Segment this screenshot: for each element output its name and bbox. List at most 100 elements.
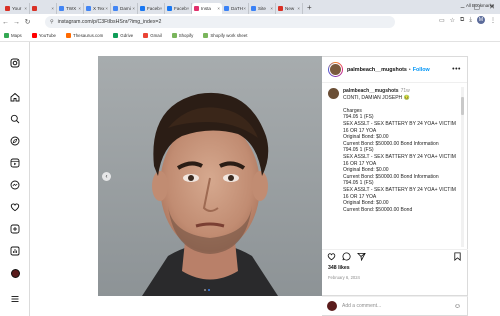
cast-icon[interactable]: ▭ [439, 17, 445, 24]
browser-tab[interactable]: Insta × [192, 3, 222, 14]
downloads-icon[interactable]: ⤓ [469, 17, 472, 24]
instagram-sidebar [0, 42, 30, 316]
tab-favicon-icon [113, 6, 118, 11]
tab-close-icon[interactable]: × [105, 6, 108, 11]
tab-favicon-icon [224, 6, 229, 11]
bookmark-item[interactable]: Shopify [171, 33, 193, 38]
carousel-dots [204, 289, 210, 291]
profile-avatar-icon[interactable] [8, 266, 22, 280]
bookmark-item[interactable]: Thesaurus.com [66, 33, 103, 38]
bookmark-label: Maps [11, 33, 22, 38]
tab-favicon-icon [251, 6, 256, 11]
more-menu-icon[interactable] [8, 292, 22, 306]
reels-icon[interactable] [8, 156, 22, 170]
browser-tab[interactable]: X Tex × [84, 3, 111, 14]
more-options-icon[interactable]: ••• [452, 66, 461, 73]
bookmark-item[interactable]: YouTube [31, 33, 56, 38]
browser-tab[interactable]: Faceb × [165, 3, 192, 14]
tab-close-icon[interactable]: × [78, 6, 81, 11]
viewer-avatar [327, 301, 337, 311]
caption-username[interactable]: palmbeach__mugshots [343, 88, 399, 94]
browser-tab[interactable]: Dami × [111, 3, 138, 14]
tab-close-icon[interactable]: × [243, 6, 246, 11]
carousel-dot [204, 289, 206, 291]
comment-bar: Add a comment... ☺ [322, 296, 468, 316]
bookmark-favicon-icon [113, 33, 119, 38]
dashboard-icon[interactable] [8, 244, 22, 258]
bookmark-star-icon[interactable]: ☆ [450, 17, 455, 24]
mugshot-image [98, 56, 322, 296]
tab-close-icon[interactable]: × [187, 6, 190, 11]
tab-label: Faceb [147, 6, 160, 11]
follow-button[interactable]: Follow [413, 67, 430, 73]
url-text: instagram.com/p/C3FtIbsHSnr/?img_index=2 [57, 19, 162, 25]
address-bar[interactable]: ⚲ instagram.com/p/C3FtIbsHSnr/?img_index… [45, 16, 395, 28]
extensions-icon[interactable]: ⧉ [460, 17, 464, 24]
tab-close-icon[interactable]: × [270, 6, 273, 11]
tab-close-icon[interactable]: × [132, 6, 135, 11]
emoji-icon[interactable]: ☺ [454, 303, 461, 310]
bookmark-item[interactable]: Shopify work sheet [203, 33, 247, 38]
bookmark-item[interactable]: Gdrive [113, 33, 133, 38]
tab-favicon-icon [86, 6, 91, 11]
save-bookmark-icon[interactable] [453, 252, 462, 261]
browser-tab[interactable]: DaTH × [222, 3, 249, 14]
tab-close-icon[interactable]: × [217, 6, 220, 11]
browser-tab[interactable]: Your × [3, 3, 30, 14]
post-date: February 6, 2024 [328, 275, 360, 280]
notifications-heart-icon[interactable] [8, 200, 22, 214]
caption-avatar[interactable] [328, 88, 339, 99]
home-icon[interactable] [8, 90, 22, 104]
reload-icon[interactable]: ↻ [22, 18, 33, 26]
browser-tab[interactable]: TWX × [57, 3, 84, 14]
messenger-icon[interactable] [8, 178, 22, 192]
tab-close-icon[interactable]: × [297, 6, 300, 11]
tab-favicon-icon [194, 6, 199, 11]
browser-tab[interactable]: × [30, 3, 57, 14]
new-tab-icon[interactable]: + [307, 3, 312, 12]
profile-avatar[interactable]: M [477, 16, 485, 24]
like-heart-icon[interactable] [327, 252, 336, 261]
browser-tab[interactable]: New × [276, 3, 303, 14]
minimize-icon[interactable]: – [461, 4, 465, 11]
post-side-panel: palmbeach__mugshots • Follow ••• palmbea… [322, 56, 468, 296]
bookmark-favicon-icon [4, 33, 9, 38]
bookmark-favicon-icon [143, 33, 149, 38]
site-info-icon[interactable]: ⚲ [50, 19, 54, 25]
all-bookmarks[interactable]: All Bookmarks [466, 3, 494, 8]
browser-tab[interactable]: Site × [249, 3, 276, 14]
caption-body: CONTI, DAMIAN JOSEPH 🤢 Charges 794.05 1 … [343, 94, 456, 213]
tab-label: Insta [201, 6, 211, 11]
tab-label: TWX [66, 6, 77, 11]
tab-close-icon[interactable]: × [160, 6, 163, 11]
tab-favicon-icon [59, 6, 64, 11]
bookmark-item[interactable]: Gmail [143, 33, 162, 38]
instagram-logo-icon[interactable] [8, 56, 22, 70]
post-header: palmbeach__mugshots • Follow ••• [322, 57, 467, 83]
navigation-bar: ← → ↻ ⚲ instagram.com/p/C3FtIbsHSnr/?img… [0, 14, 500, 30]
bookmark-favicon-icon [171, 33, 177, 38]
comment-input[interactable]: Add a comment... [342, 303, 381, 309]
comment-icon[interactable] [342, 252, 351, 261]
create-icon[interactable] [8, 222, 22, 236]
bookmark-label: Gmail [150, 33, 162, 38]
menu-icon[interactable]: ⋮ [490, 17, 496, 24]
tab-close-icon[interactable]: × [51, 6, 54, 11]
bookmark-label: Shopify work sheet [210, 33, 248, 38]
tab-close-icon[interactable]: × [24, 6, 27, 11]
bookmark-item[interactable]: Maps [4, 33, 22, 38]
caption-scrollbar[interactable] [461, 87, 464, 247]
author-avatar[interactable] [328, 62, 343, 77]
share-icon[interactable] [357, 252, 366, 261]
carousel-prev-button[interactable]: ‹ [102, 172, 111, 181]
likes-count[interactable]: 348 likes [328, 265, 350, 271]
search-icon[interactable] [8, 112, 22, 126]
explore-icon[interactable] [8, 134, 22, 148]
browser-tab[interactable]: Faceb × [138, 3, 165, 14]
bookmark-favicon-icon [31, 33, 37, 38]
back-icon[interactable]: ← [0, 19, 11, 26]
author-username[interactable]: palmbeach__mugshots [347, 67, 407, 73]
caption-area: palmbeach__mugshots 71w CONTI, DAMIAN JOS… [322, 84, 462, 247]
forward-icon[interactable]: → [11, 19, 22, 26]
scrollbar-thumb[interactable] [461, 97, 464, 115]
